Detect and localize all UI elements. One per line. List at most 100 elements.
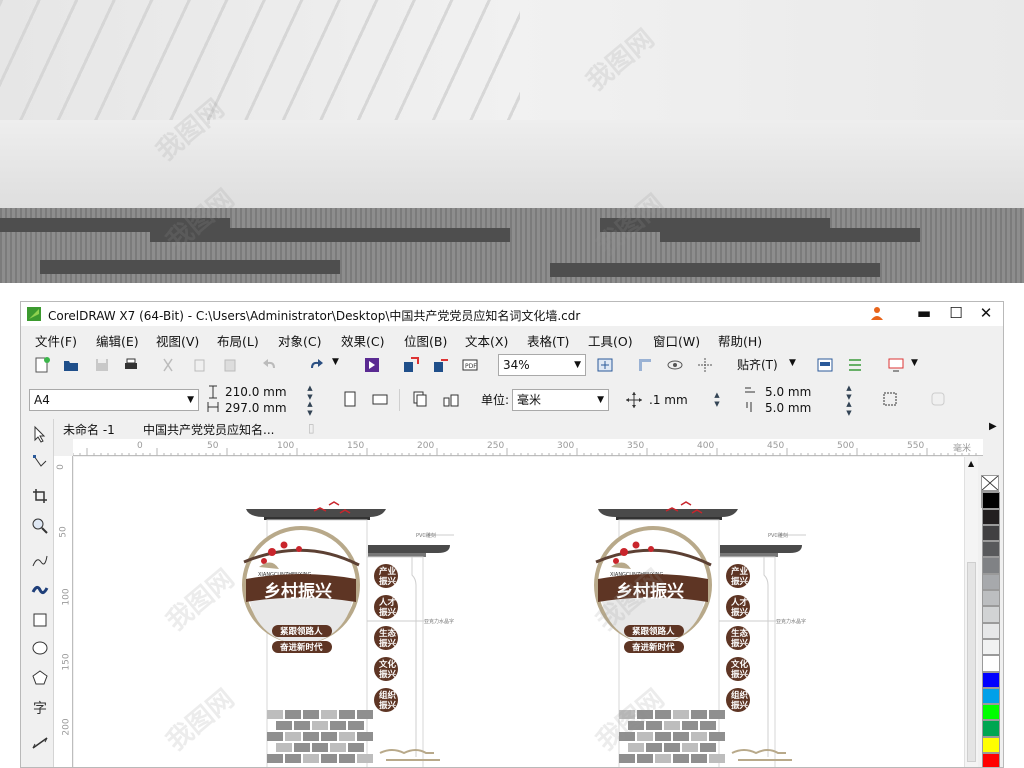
color-swatch[interactable] xyxy=(982,687,1000,705)
snap-dropdown-icon[interactable]: ▼ xyxy=(789,358,796,368)
color-swatch[interactable] xyxy=(982,736,1000,754)
menu-help[interactable]: 帮助(H) xyxy=(718,331,762,350)
save-icon[interactable] xyxy=(93,356,111,374)
copy-icon[interactable] xyxy=(191,356,209,374)
shape-tool-icon[interactable] xyxy=(31,453,49,471)
portrait-icon[interactable] xyxy=(341,390,359,408)
sign-design[interactable]: XIANGCUNZHENXING 乡村振兴 紧跟领路人 奋进新时代 产业 振兴 … xyxy=(154,457,474,767)
duplicate-y-spinner[interactable]: ▲ ▼ xyxy=(843,400,855,418)
menu-table[interactable]: 表格(T) xyxy=(527,331,569,350)
color-swatch[interactable] xyxy=(982,541,1000,558)
menu-object[interactable]: 对象(C) xyxy=(278,331,321,350)
no-color-swatch[interactable] xyxy=(981,475,999,492)
color-swatch[interactable] xyxy=(982,671,1000,688)
color-swatch[interactable] xyxy=(982,704,1000,721)
publish-icon[interactable] xyxy=(432,356,450,374)
open-folder-icon[interactable] xyxy=(62,356,80,374)
nudge-spinner[interactable]: ▲ ▼ xyxy=(711,391,723,409)
standard-toolbar: ▼ PDF 34% ▼ 贴齐(T) ▼ ▼ xyxy=(21,352,1003,378)
undo-icon[interactable] xyxy=(261,356,279,374)
pdf-icon[interactable]: PDF xyxy=(461,356,479,374)
menu-file[interactable]: 文件(F) xyxy=(35,331,77,350)
zoom-level-select[interactable]: 34% ▼ xyxy=(498,354,586,376)
color-swatch[interactable] xyxy=(982,720,1000,737)
menu-bitmaps[interactable]: 位图(B) xyxy=(404,331,447,350)
view-grid-icon[interactable] xyxy=(666,356,684,374)
color-swatch[interactable] xyxy=(982,622,1000,639)
pick-tool-icon[interactable] xyxy=(31,425,49,443)
horizontal-ruler[interactable]: 0 50 100 150 200 250 300 350 400 450 500 550 毫米 xyxy=(73,439,983,456)
menu-layout[interactable]: 布局(L) xyxy=(217,331,259,350)
page-border-icon[interactable] xyxy=(929,390,947,408)
all-pages-icon[interactable] xyxy=(411,390,429,408)
vertical-ruler[interactable]: 050100150200250 xyxy=(54,456,73,767)
maximize-button[interactable]: ☐ xyxy=(941,302,971,326)
paste-icon[interactable] xyxy=(221,356,239,374)
guidelines-icon[interactable] xyxy=(696,356,714,374)
treat-as-filled-icon[interactable] xyxy=(881,390,899,408)
page-width-field[interactable]: 210.0 mm xyxy=(225,384,287,400)
color-swatch[interactable] xyxy=(982,638,1000,656)
color-swatch[interactable] xyxy=(982,557,1000,574)
color-swatch[interactable] xyxy=(982,508,1000,525)
current-page-icon[interactable] xyxy=(442,390,460,408)
menu-edit[interactable]: 编辑(E) xyxy=(96,331,139,350)
polygon-tool-icon[interactable] xyxy=(31,669,49,687)
tab-current-document[interactable]: 中国共产党党员应知名... xyxy=(143,421,274,438)
cut-icon[interactable] xyxy=(159,356,177,374)
color-swatch[interactable] xyxy=(982,655,1000,672)
sign-design[interactable]: XIANGCUNZHENXING 乡村振兴 紧跟领路人 奋进新时代 产业 振兴 … xyxy=(506,457,826,767)
page-height-field[interactable]: 297.0 mm xyxy=(225,400,287,416)
height-spinner[interactable]: ▲ ▼ xyxy=(304,400,316,418)
scroll-up-icon[interactable]: ▲ xyxy=(968,459,974,468)
artistic-media-tool-icon[interactable] xyxy=(31,581,49,599)
tab-untitled[interactable]: 未命名 -1 xyxy=(63,421,115,438)
new-document-icon[interactable] xyxy=(33,356,51,374)
landscape-icon[interactable] xyxy=(371,390,389,408)
full-screen-icon[interactable] xyxy=(596,356,614,374)
print-icon[interactable] xyxy=(122,356,140,374)
drawing-canvas[interactable]: XIANGCUNZHENXING 乡村振兴 紧跟领路人 奋进新时代 产业 振兴 … xyxy=(74,457,964,767)
menu-window[interactable]: 窗口(W) xyxy=(653,331,700,350)
page-size-select[interactable]: A4 ▼ xyxy=(29,389,199,411)
options-icon[interactable] xyxy=(846,356,864,374)
minimize-button[interactable]: ▬ xyxy=(909,302,939,326)
duplicate-y-field[interactable]: 5.0 mm xyxy=(765,400,811,416)
units-select[interactable]: 毫米 ▼ xyxy=(512,389,609,411)
text-tool-icon[interactable]: 字 xyxy=(31,699,49,717)
pillar-text: 文化 xyxy=(379,659,397,670)
freehand-tool-icon[interactable] xyxy=(31,552,49,570)
import-icon[interactable] xyxy=(363,356,381,374)
nudge-distance-field[interactable]: .1 mm xyxy=(649,392,688,408)
vertical-scrollbar[interactable]: ▲ xyxy=(964,457,978,767)
export-icon[interactable] xyxy=(402,356,420,374)
launcher-dropdown-icon[interactable]: ▼ xyxy=(911,358,918,368)
menu-view[interactable]: 视图(V) xyxy=(156,331,199,350)
user-icon[interactable] xyxy=(869,305,885,321)
tab-scroll-right-icon[interactable]: ▶ xyxy=(989,421,997,432)
menu-effects[interactable]: 效果(C) xyxy=(341,331,384,350)
scrollbar-thumb[interactable] xyxy=(967,562,976,762)
color-swatch[interactable] xyxy=(982,590,1000,607)
ellipse-tool-icon[interactable] xyxy=(31,639,49,657)
zoom-tool-icon[interactable] xyxy=(31,517,49,535)
application-launcher-icon[interactable] xyxy=(887,356,905,374)
close-button[interactable]: ✕ xyxy=(971,302,1001,326)
welcome-screen-icon[interactable] xyxy=(816,356,834,374)
tab-close-icon[interactable]: ▯ xyxy=(308,421,315,435)
menu-tools[interactable]: 工具(O) xyxy=(588,331,633,350)
redo-icon[interactable] xyxy=(307,356,325,374)
color-swatch[interactable] xyxy=(982,524,1000,542)
color-swatch[interactable] xyxy=(982,492,1000,509)
parallel-dimension-tool-icon[interactable] xyxy=(31,734,49,752)
color-swatch[interactable] xyxy=(982,573,1000,591)
snap-to-label[interactable]: 贴齐(T) xyxy=(737,357,778,373)
color-swatch[interactable] xyxy=(982,606,1000,623)
rectangle-tool-icon[interactable] xyxy=(31,611,49,629)
menu-text[interactable]: 文本(X) xyxy=(465,331,508,350)
redo-dropdown-icon[interactable]: ▼ xyxy=(332,357,339,367)
duplicate-x-field[interactable]: 5.0 mm xyxy=(765,384,811,400)
color-swatch[interactable] xyxy=(982,753,1000,767)
rulers-icon[interactable] xyxy=(636,356,654,374)
crop-tool-icon[interactable] xyxy=(31,487,49,505)
